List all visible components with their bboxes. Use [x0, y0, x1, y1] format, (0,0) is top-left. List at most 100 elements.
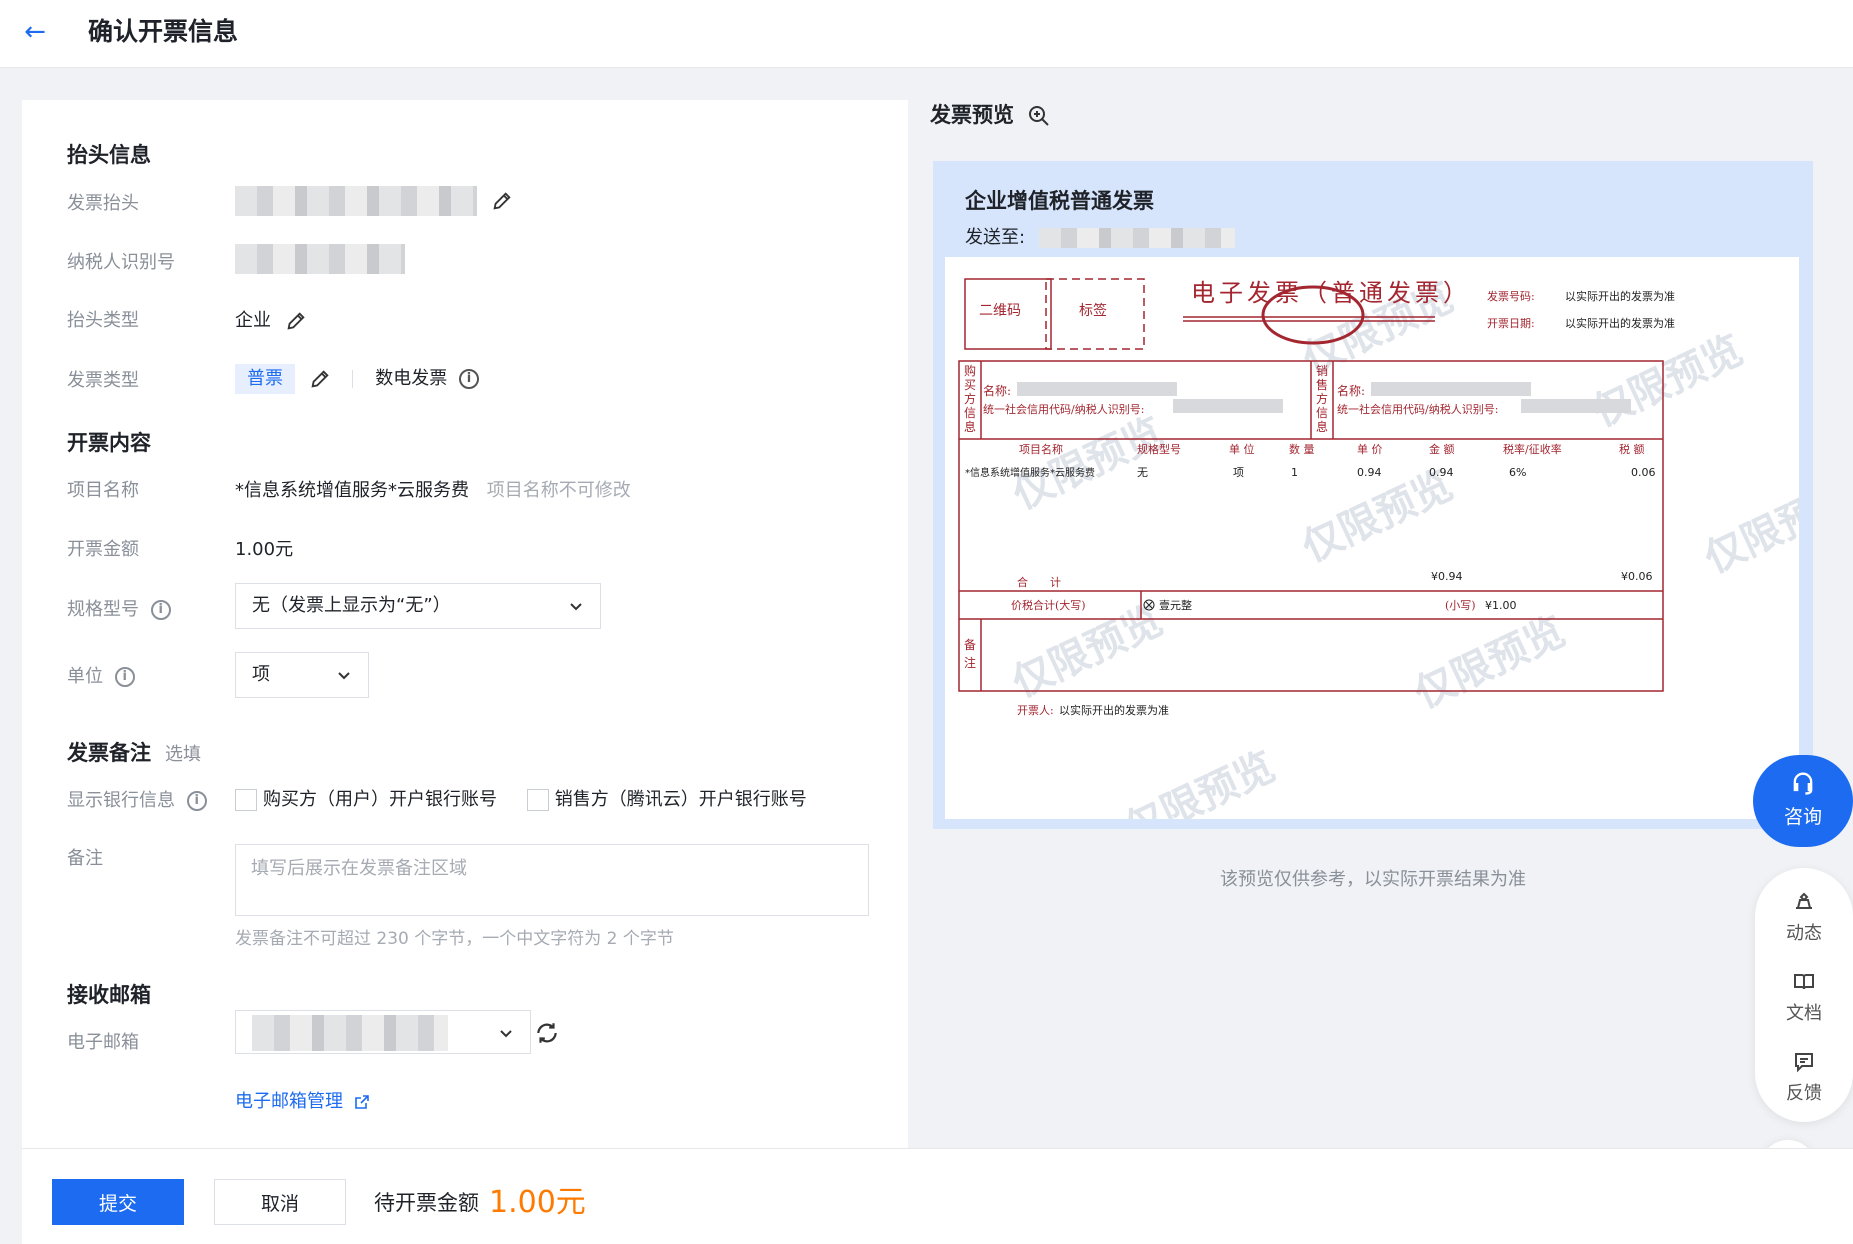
watermark-text: 仅限预览 — [1585, 326, 1750, 436]
zoom-in-icon[interactable] — [1027, 104, 1051, 128]
email-label: 电子邮箱 — [67, 1032, 139, 1053]
col-spec: 规格型号 — [1137, 442, 1181, 456]
section-title-header-info: 抬头信息 — [67, 143, 151, 167]
bank-info-label-text: 显示银行信息 — [67, 790, 175, 811]
send-to: 发送至: — [965, 223, 1235, 249]
remark-textarea[interactable]: 填写后展示在发票备注区域 — [235, 844, 869, 916]
buyer-side-3: 方 — [964, 391, 976, 406]
feedback-button[interactable]: 反馈 — [1755, 1050, 1853, 1105]
back-arrow-icon[interactable]: ← — [20, 18, 50, 48]
consult-label: 咨询 — [1783, 806, 1822, 828]
preview-footnote: 该预览仅供参考，以实际开票结果为准 — [1220, 869, 1526, 890]
seller-bank-label: 销售方（腾讯云）开户银行账号 — [554, 789, 807, 810]
header-type-value: 企业 — [235, 308, 307, 334]
send-to-label: 发送至: — [965, 227, 1026, 248]
buyer-side-2: 买 — [964, 378, 976, 392]
invoice-sheet: 仅限预览 仅限预览 仅限预览 仅限预览 仅限预览 仅限预览 仅限预览 仅限预览 … — [945, 257, 1799, 819]
row-unit: 项 — [1233, 466, 1244, 479]
redacted-buyer-name — [1017, 382, 1177, 396]
chevron-down-icon — [570, 603, 582, 611]
submit-button[interactable]: 提交 — [52, 1179, 184, 1225]
news-button[interactable]: 动态 — [1755, 890, 1853, 945]
pending-amount-label: 待开票金额 — [374, 1191, 479, 1215]
unit-select[interactable]: 项 — [235, 652, 369, 698]
sum-label: 价税合计(大写) — [1011, 598, 1086, 612]
redacted-seller-name — [1371, 382, 1531, 396]
sum-small: ¥1.00 — [1485, 599, 1517, 612]
buyer-bank-label: 购买方（用户）开户银行账号 — [263, 789, 497, 810]
divider — [352, 370, 354, 388]
normal-invoice-tag: 普票 — [235, 364, 295, 394]
watermark-text: 仅限预览 — [1697, 472, 1799, 582]
invoice-label-box-text: 标签 — [1079, 302, 1107, 319]
float-toolbar: 动态 文档 反馈 — [1755, 868, 1853, 1122]
spec-select-value: 无（发票上显示为“无”） — [252, 595, 451, 616]
item-name-text: *信息系统增值服务*云服务费 — [235, 480, 469, 501]
col-qty: 数 量 — [1289, 443, 1315, 456]
redacted-tax-id — [235, 244, 405, 274]
invoice-no-label: 发票号码: — [1487, 289, 1535, 303]
col-price: 单 价 — [1357, 443, 1383, 456]
cancel-button[interactable]: 取消 — [214, 1179, 346, 1225]
seller-side-2: 售 — [1316, 377, 1328, 392]
consult-button[interactable]: 咨询 — [1753, 755, 1853, 847]
unit-label: 单位 i — [67, 664, 135, 690]
invoice-title-value — [235, 186, 513, 216]
preview-title: 发票预览 — [930, 103, 1014, 127]
page-title: 确认开票信息 — [88, 17, 239, 46]
edit-pencil-icon[interactable] — [285, 310, 307, 332]
invoice-type-label: 发票类型 — [67, 370, 139, 391]
section-title-email: 接收邮箱 — [67, 983, 151, 1007]
watermark-text: 仅限预览 — [1005, 596, 1170, 706]
spec-select[interactable]: 无（发票上显示为“无”） — [235, 583, 601, 629]
optional-text: 选填 — [165, 744, 201, 765]
spec-label: 规格型号 i — [67, 597, 171, 623]
row-item: *信息系统增值服务*云服务费 — [965, 466, 1095, 479]
watermark-text: 仅限预览 — [1407, 607, 1572, 717]
header-type-label: 抬头类型 — [67, 310, 139, 331]
info-icon[interactable]: i — [114, 667, 135, 687]
email-manage-link[interactable]: 电子邮箱管理 — [235, 1087, 369, 1113]
seller-side-3: 方 — [1316, 391, 1328, 406]
info-icon[interactable]: i — [186, 791, 207, 811]
row-spec: 无 — [1137, 466, 1148, 479]
feedback-icon — [1795, 1053, 1813, 1073]
docs-label: 文档 — [1786, 1003, 1822, 1024]
refresh-icon[interactable] — [534, 1020, 560, 1046]
buyer-side-1: 购 — [964, 363, 976, 378]
amount-label: 开票金额 — [67, 539, 139, 560]
email-select[interactable] — [235, 1010, 531, 1054]
section-title-remarks: 发票备注 选填 — [67, 738, 201, 770]
sum-small-label: (小写) — [1445, 599, 1476, 612]
invoice-date-value: 以实际开出的发票为准 — [1565, 316, 1675, 330]
invoice-qr-label: 二维码 — [979, 303, 1021, 319]
col-unit: 单 位 — [1229, 442, 1255, 456]
col-rate: 税率/征收率 — [1503, 442, 1562, 456]
redacted-seller-code — [1521, 399, 1631, 413]
headset-icon — [1793, 772, 1813, 795]
edit-pencil-icon[interactable] — [491, 190, 513, 212]
top-bar: ← 确认开票信息 — [0, 0, 1853, 68]
news-icon — [1796, 892, 1812, 909]
seller-bank-checkbox[interactable] — [526, 789, 549, 811]
unit-label-text: 单位 — [67, 666, 103, 687]
buyer-bank-checkbox[interactable] — [235, 789, 257, 811]
invoice-drawing: 仅限预览 仅限预览 仅限预览 仅限预览 仅限预览 仅限预览 仅限预览 仅限预览 … — [958, 273, 1799, 819]
issuer-value: 以实际开出的发票为准 — [1059, 703, 1169, 717]
seller-name-label: 名称: — [1337, 383, 1365, 398]
unit-select-value: 项 — [252, 664, 270, 685]
info-icon[interactable]: i — [458, 369, 479, 389]
col-item: 项目名称 — [1019, 442, 1063, 456]
email-manage-text: 电子邮箱管理 — [235, 1091, 343, 1112]
info-icon[interactable]: i — [150, 600, 171, 620]
chevron-down-icon — [338, 672, 350, 680]
bank-info-options: 购买方（用户）开户银行账号 销售方（腾讯云）开户银行账号 — [235, 787, 807, 813]
book-icon — [1794, 974, 1814, 990]
digital-invoice-text: 数电发票 — [375, 368, 448, 389]
buyer-code-label: 统一社会信用代码/纳税人识别号: — [983, 402, 1144, 416]
docs-button[interactable]: 文档 — [1755, 970, 1853, 1025]
remarks-title-text: 发票备注 — [67, 741, 151, 765]
buyer-side-4: 信 — [964, 406, 976, 420]
invoice-preview-card: 企业增值税普通发票 发送至: 仅限预览 仅限预览 仅限预览 仅限预览 仅限预览 … — [933, 161, 1813, 829]
edit-pencil-icon[interactable] — [309, 368, 331, 390]
